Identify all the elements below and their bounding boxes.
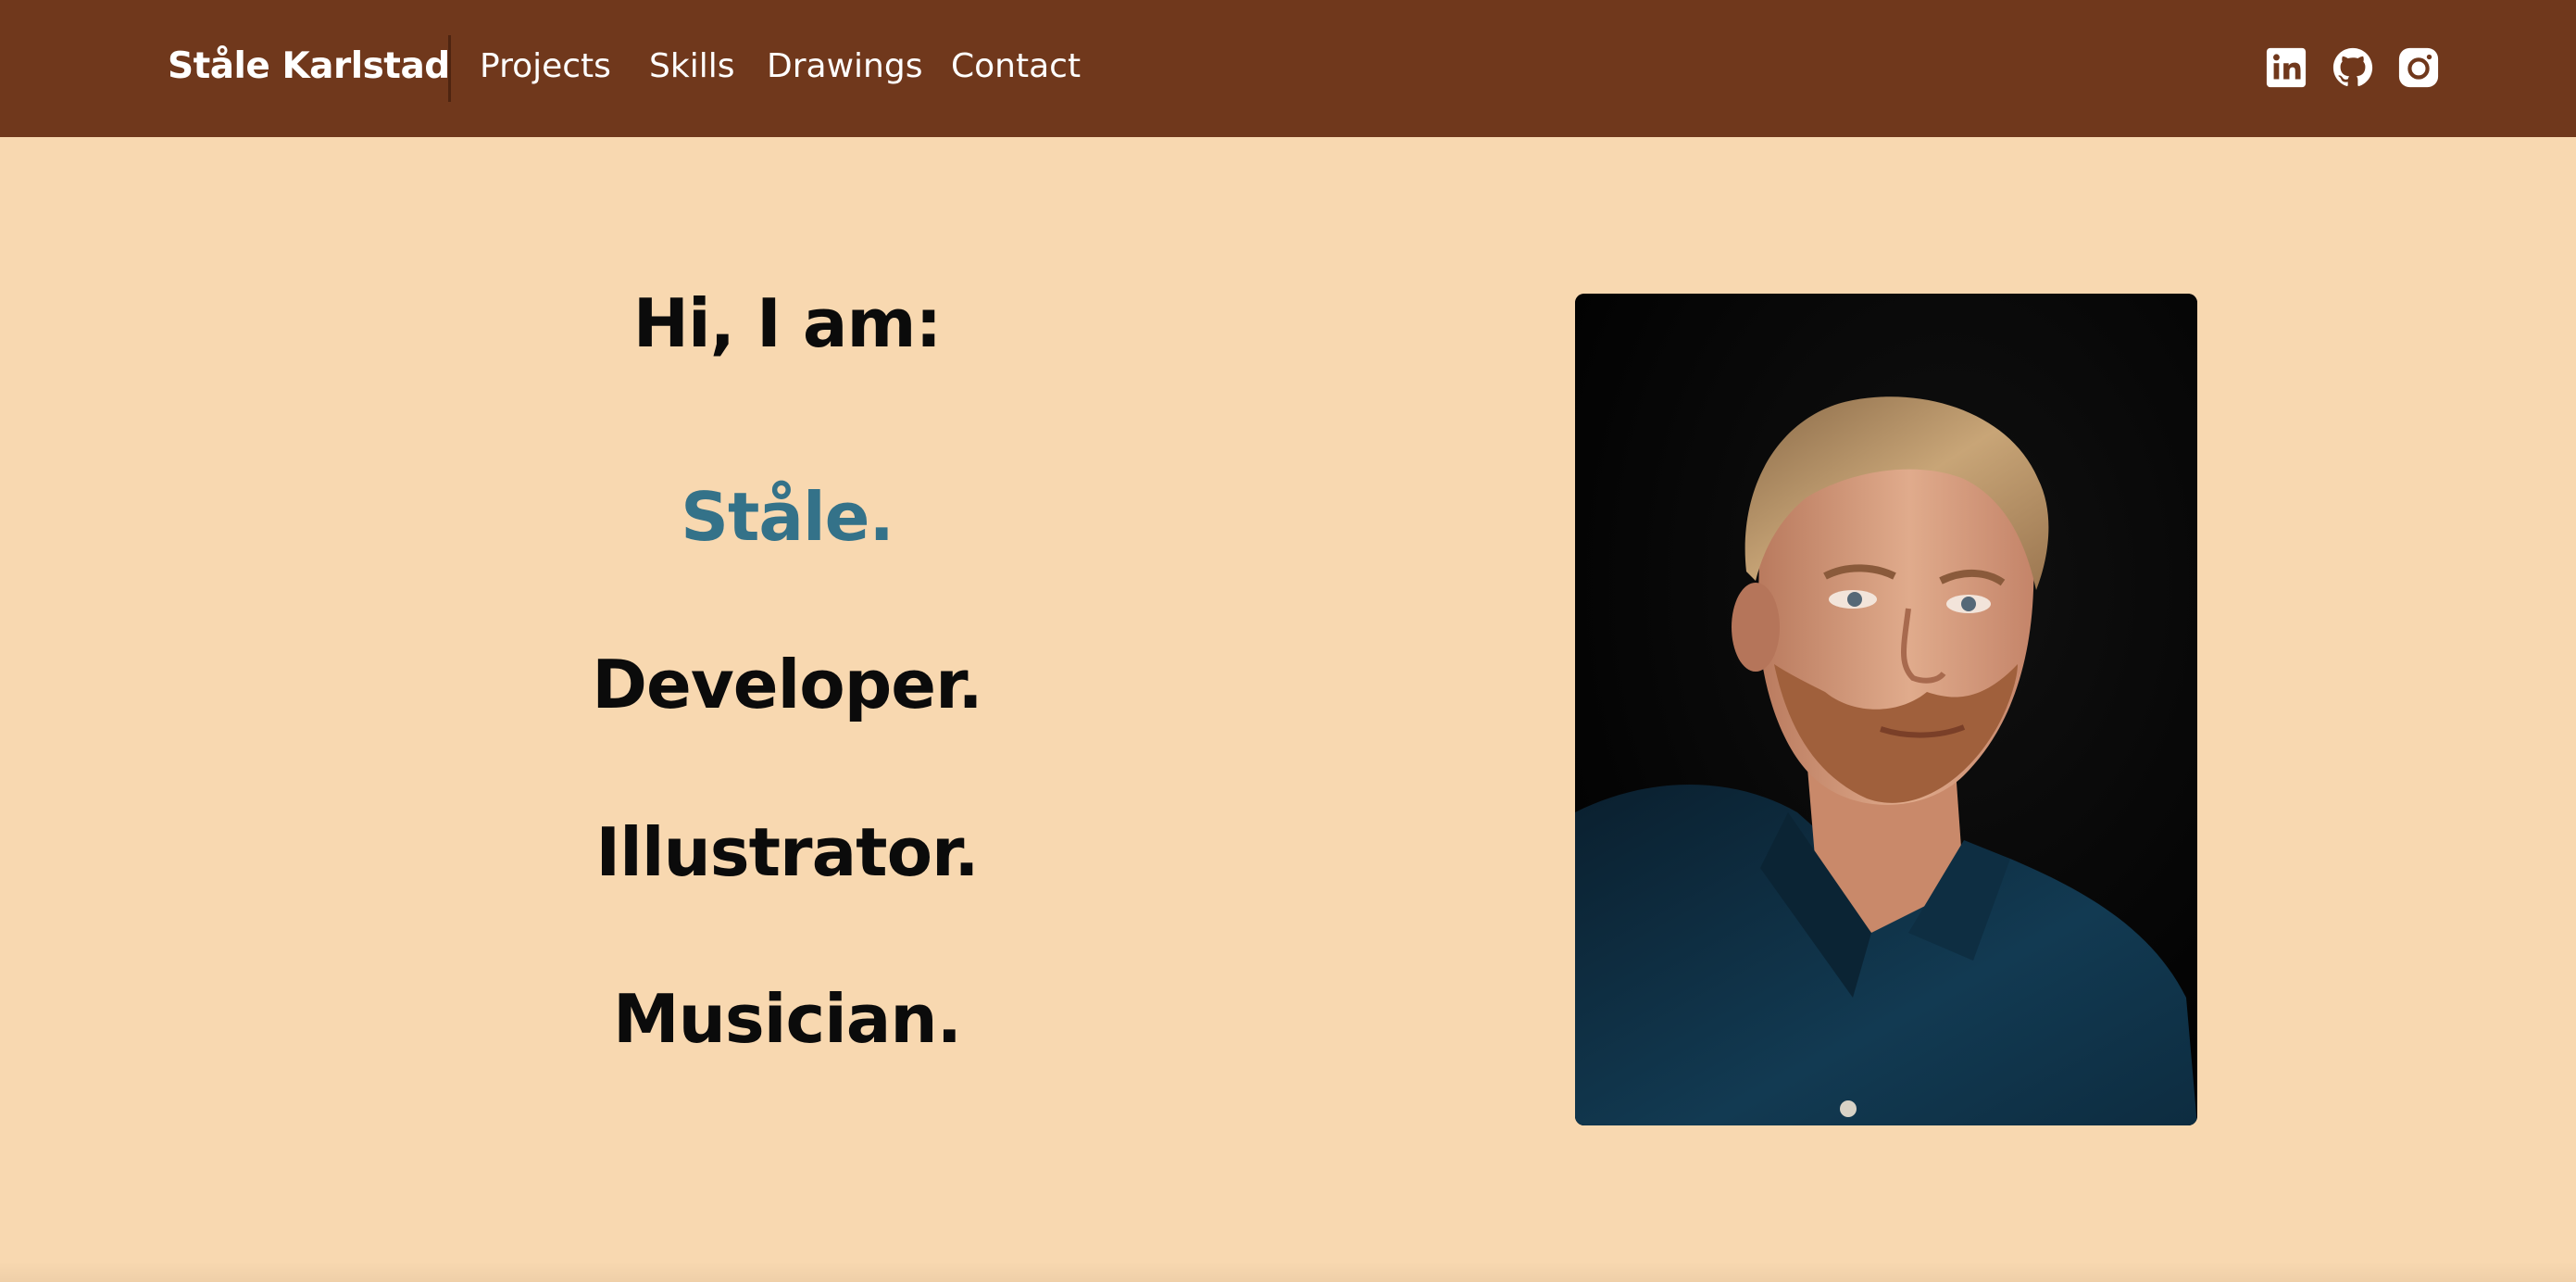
profile-photo: [1575, 294, 2197, 1125]
nav-link-skills[interactable]: Skills: [649, 0, 734, 137]
instagram-icon[interactable]: [2397, 46, 2440, 89]
name-heading: Ståle.: [681, 478, 894, 556]
brand-link[interactable]: Ståle Karlstad: [168, 0, 450, 137]
portrait-illustration: [1575, 294, 2197, 1125]
nav-link-drawings[interactable]: Drawings: [767, 0, 922, 137]
linkedin-icon[interactable]: [2265, 46, 2307, 89]
nav-divider: [448, 35, 451, 102]
page-bottom-shadow: [0, 1262, 2576, 1282]
top-navbar: Ståle Karlstad Projects Skills Drawings …: [0, 0, 2576, 137]
role-developer: Developer.: [592, 646, 982, 723]
nav-link-projects[interactable]: Projects: [480, 0, 611, 137]
role-musician: Musician.: [613, 980, 962, 1058]
nav-link-contact[interactable]: Contact: [951, 0, 1081, 137]
greeting-heading: Hi, I am:: [632, 284, 943, 362]
role-illustrator: Illustrator.: [595, 813, 979, 891]
github-icon[interactable]: [2332, 46, 2374, 89]
